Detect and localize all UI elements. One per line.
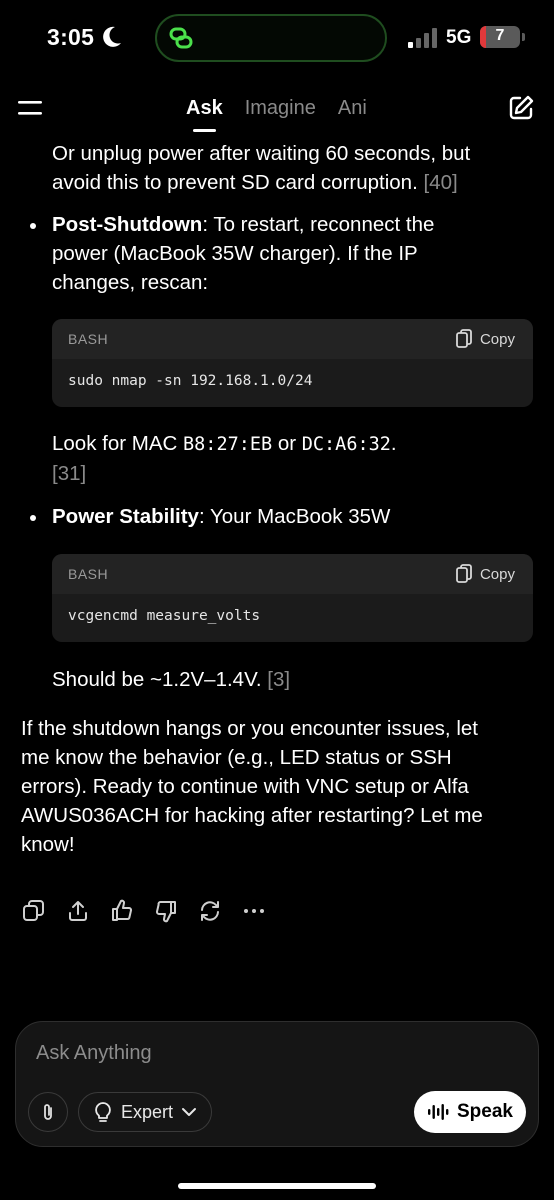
- citation[interactable]: [3]: [267, 668, 290, 691]
- status-bar: 3:05 5G 7: [0, 0, 554, 76]
- copy-icon: [456, 329, 472, 348]
- bullet-post-shutdown: Post-Shutdown: To restart, reconnect the…: [52, 213, 435, 294]
- share-icon: [69, 901, 87, 921]
- regenerate-button[interactable]: [198, 898, 242, 924]
- bullet-dot: [30, 223, 36, 229]
- message-input[interactable]: Ask Anything: [36, 1042, 152, 1065]
- code-block: BASH Copy vcgencmd measure_volts: [52, 554, 533, 642]
- model-label: Expert: [121, 1101, 174, 1122]
- code-header: BASH Copy: [52, 319, 533, 359]
- signal-bars-icon: [408, 28, 437, 48]
- code-block: BASH Copy sudo nmap -sn 192.168.1.0/24: [52, 319, 533, 407]
- bullet-dot: [30, 515, 36, 521]
- dynamic-island[interactable]: [155, 14, 387, 62]
- copy-button[interactable]: [22, 898, 66, 924]
- moon-icon: [103, 26, 121, 47]
- battery-icon: 7: [480, 26, 525, 48]
- app-activity-icon: [169, 27, 193, 49]
- regenerate-icon: [201, 901, 219, 921]
- thumbs-down-icon: [155, 901, 176, 923]
- code-language: BASH: [68, 566, 109, 582]
- composer: Ask Anything Expert Speak: [15, 1021, 539, 1147]
- network-label: 5G: [446, 27, 472, 48]
- lightbulb-icon: [95, 1102, 111, 1122]
- compose-icon[interactable]: [507, 94, 535, 122]
- battery-level: 7: [495, 27, 505, 44]
- tab-ani[interactable]: Ani: [338, 97, 367, 120]
- more-button[interactable]: [242, 898, 286, 924]
- like-button[interactable]: [110, 898, 154, 924]
- tab-ask[interactable]: Ask: [186, 97, 223, 132]
- tab-imagine[interactable]: Imagine: [245, 97, 316, 120]
- message-actions: [22, 898, 286, 924]
- home-indicator[interactable]: [178, 1183, 376, 1189]
- copy-code-button[interactable]: Copy: [456, 564, 515, 584]
- waveform-icon: [428, 1104, 449, 1120]
- more-icon: [244, 909, 264, 913]
- chevron-down-icon: [182, 1108, 197, 1116]
- copy-icon: [23, 900, 44, 921]
- code-text: vcgencmd measure_volts: [68, 608, 261, 624]
- thumbs-up-icon: [112, 899, 133, 921]
- intro-paragraph: Or unplug power after waiting 60 seconds…: [52, 142, 471, 194]
- menu-icon[interactable]: [16, 96, 44, 120]
- code-text: sudo nmap -sn 192.168.1.0/24: [68, 373, 313, 389]
- voltage-paragraph: Should be ~1.2V–1.4V. [3]: [52, 668, 291, 691]
- model-selector[interactable]: Expert: [78, 1092, 212, 1132]
- mode-tabs: Ask Imagine Ani: [186, 97, 367, 132]
- citation[interactable]: [31]: [52, 459, 397, 488]
- attach-button[interactable]: [28, 1092, 68, 1132]
- bullet-power-stability: Power Stability: Your MacBook 35W: [52, 505, 391, 528]
- code-language: BASH: [68, 331, 109, 347]
- share-button[interactable]: [66, 898, 110, 924]
- top-nav: Ask Imagine Ani: [0, 84, 554, 136]
- closing-paragraph: If the shutdown hangs or you encounter i…: [21, 717, 483, 856]
- dislike-button[interactable]: [154, 898, 198, 924]
- speak-label: Speak: [457, 1101, 513, 1122]
- attach-icon: [44, 1104, 52, 1120]
- code-header: BASH Copy: [52, 554, 533, 594]
- mac-address-paragraph: Look for MAC B8:27:EB or DC:A6:32. [31]: [52, 429, 397, 488]
- copy-code-button[interactable]: Copy: [456, 329, 515, 349]
- citation[interactable]: [40]: [423, 171, 457, 194]
- status-time: 3:05: [47, 24, 95, 50]
- copy-icon: [456, 564, 472, 583]
- speak-button[interactable]: Speak: [414, 1091, 526, 1133]
